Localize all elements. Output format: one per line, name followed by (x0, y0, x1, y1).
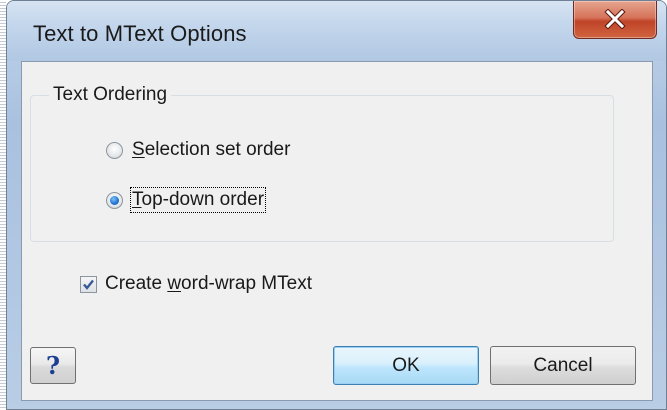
cancel-button[interactable]: Cancel (490, 346, 636, 385)
top-down-order-option[interactable]: Top-down order (106, 187, 267, 213)
close-button[interactable] (573, 1, 657, 39)
selection-set-order-option[interactable]: Selection set order (106, 139, 290, 161)
word-wrap-label-prefix: Create (105, 273, 168, 294)
cancel-button-label: Cancel (533, 354, 593, 376)
ok-button[interactable]: OK (333, 346, 479, 385)
help-button[interactable]: ? (30, 347, 76, 384)
selection-set-order-radio[interactable] (106, 141, 123, 159)
top-down-order-mnemonic: T (132, 189, 142, 210)
window-title: Text to MText Options (33, 21, 247, 46)
word-wrap-mnemonic: w (167, 273, 182, 294)
word-wrap-label[interactable]: Create word-wrap MText (105, 273, 312, 295)
title-bar[interactable]: Text to MText Options (7, 1, 666, 61)
selection-set-order-label-rest: election set order (144, 139, 291, 160)
top-down-order-radio[interactable] (106, 191, 123, 209)
top-down-order-label-rest: op-down order (141, 189, 265, 210)
help-icon: ? (45, 351, 61, 380)
word-wrap-option[interactable]: Create word-wrap MText (80, 273, 312, 295)
checkmark-icon (83, 279, 94, 290)
close-icon (604, 9, 626, 29)
word-wrap-checkbox[interactable] (80, 275, 97, 293)
text-ordering-group (30, 95, 614, 242)
ok-button-label: OK (392, 354, 420, 376)
selection-set-order-mnemonic: S (132, 139, 145, 160)
text-ordering-legend: Text Ordering (49, 84, 172, 106)
top-down-order-label[interactable]: Top-down order (129, 187, 267, 213)
selection-set-order-label[interactable]: Selection set order (132, 139, 290, 161)
word-wrap-label-rest: ord-wrap MText (181, 273, 312, 294)
